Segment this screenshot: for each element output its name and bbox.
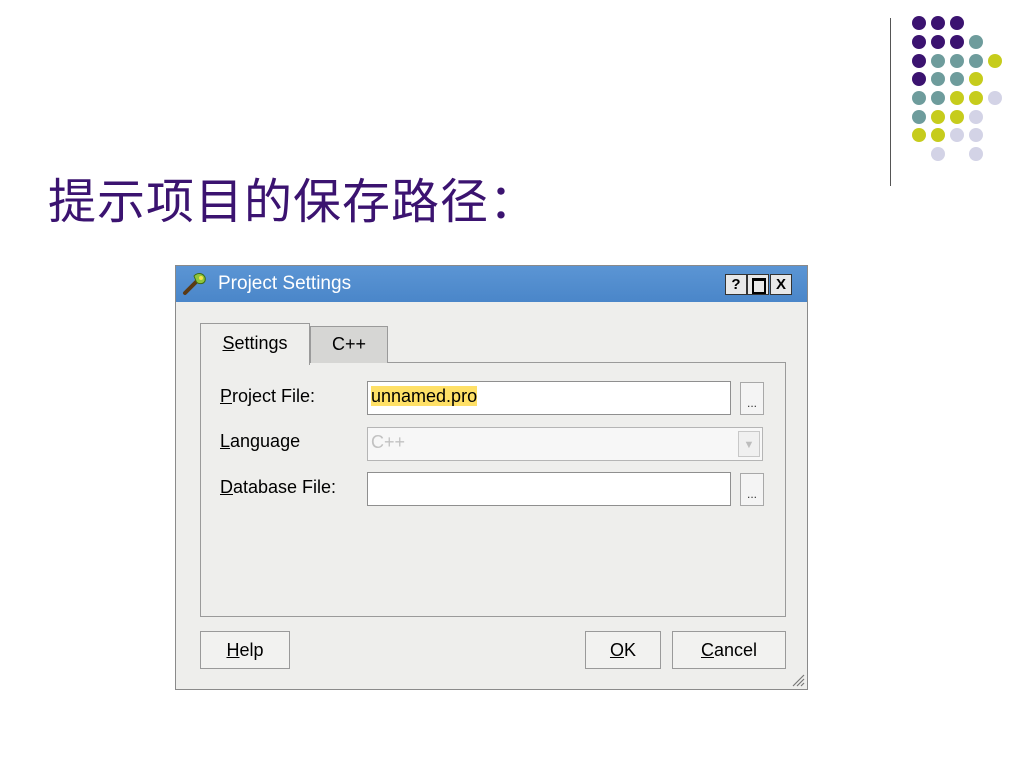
language-label-text: anguage xyxy=(230,431,301,451)
decorative-dot xyxy=(912,128,926,142)
decorative-dot xyxy=(950,54,964,68)
decorative-dot xyxy=(950,16,964,30)
database-file-label-text: atabase File: xyxy=(233,477,337,497)
ok-accel: O xyxy=(609,640,624,660)
decorative-dot xyxy=(950,91,964,105)
help-accel: H xyxy=(226,640,240,660)
decorative-dot xyxy=(931,147,945,161)
help-label: elp xyxy=(239,640,264,660)
cancel-accel: C xyxy=(700,640,714,660)
database-file-accel: D xyxy=(220,477,233,497)
decorative-dot xyxy=(912,35,926,49)
project-settings-dialog: Project Settings ? X Settings C++ Projec… xyxy=(175,265,808,690)
decorative-dot xyxy=(912,54,926,68)
tab-settings-label: ettings xyxy=(234,333,288,353)
decorative-dot xyxy=(912,91,926,105)
project-file-input[interactable]: unnamed.pro xyxy=(367,381,731,415)
decorative-dot xyxy=(931,16,945,30)
decorative-dot xyxy=(969,54,983,68)
chevron-down-icon[interactable]: ▼ xyxy=(738,431,760,457)
language-accel: L xyxy=(220,431,231,451)
decorative-dot xyxy=(969,147,983,161)
decorative-dot xyxy=(988,91,1002,105)
tab-settings-accel: S xyxy=(222,333,235,353)
project-file-accel: P xyxy=(220,386,233,406)
tab-cpp-label: C++ xyxy=(331,334,367,354)
dialog-title: Project Settings xyxy=(218,273,352,294)
decorative-dot xyxy=(931,72,945,86)
project-file-value: unnamed.pro xyxy=(371,386,478,406)
dialog-titlebar[interactable]: Project Settings ? X xyxy=(176,266,807,302)
decorative-dot xyxy=(931,35,945,49)
decorative-dot xyxy=(969,91,983,105)
decorative-dot xyxy=(912,72,926,86)
decorative-dot xyxy=(950,128,964,142)
decorative-divider-line xyxy=(890,18,891,186)
browse-database-file-button[interactable]: ... xyxy=(740,473,764,506)
decorative-dot xyxy=(969,128,983,142)
wizard-wand-icon xyxy=(183,273,206,295)
close-button[interactable]: X xyxy=(770,274,792,295)
project-file-label-text: roject File: xyxy=(232,386,316,406)
project-file-label: Project File: xyxy=(220,386,315,407)
tab-settings[interactable]: Settings xyxy=(200,323,310,365)
decorative-dot xyxy=(950,35,964,49)
cancel-label: ancel xyxy=(713,640,758,660)
decorative-dot xyxy=(969,72,983,86)
decorative-dot xyxy=(931,128,945,142)
slide-title: 提示项目的保存路径： xyxy=(48,174,539,230)
help-button[interactable]: Help xyxy=(200,631,290,669)
ok-label: K xyxy=(624,640,637,660)
decorative-dot xyxy=(931,91,945,105)
tab-cpp[interactable]: C++ xyxy=(310,326,388,363)
decorative-dot xyxy=(912,110,926,124)
decorative-dot xyxy=(988,54,1002,68)
decorative-dot xyxy=(912,16,926,30)
cancel-button[interactable]: Cancel xyxy=(672,631,786,669)
resize-grip-icon[interactable] xyxy=(789,671,805,687)
decorative-dot xyxy=(931,110,945,124)
language-value: C++ xyxy=(371,432,406,452)
decorative-dot xyxy=(950,110,964,124)
help-titlebar-button[interactable]: ? xyxy=(725,274,747,295)
database-file-input[interactable] xyxy=(367,472,731,506)
ok-button[interactable]: OK xyxy=(585,631,661,669)
language-label: Language xyxy=(220,431,300,452)
decorative-dot xyxy=(969,110,983,124)
decorative-dot xyxy=(931,54,945,68)
decorative-dot xyxy=(950,72,964,86)
decorative-dot xyxy=(969,35,983,49)
database-file-label: Database File: xyxy=(220,477,336,498)
language-combobox[interactable]: C++ ▼ xyxy=(367,427,763,461)
browse-project-file-button[interactable]: ... xyxy=(740,382,764,415)
maximize-button[interactable] xyxy=(747,274,769,295)
